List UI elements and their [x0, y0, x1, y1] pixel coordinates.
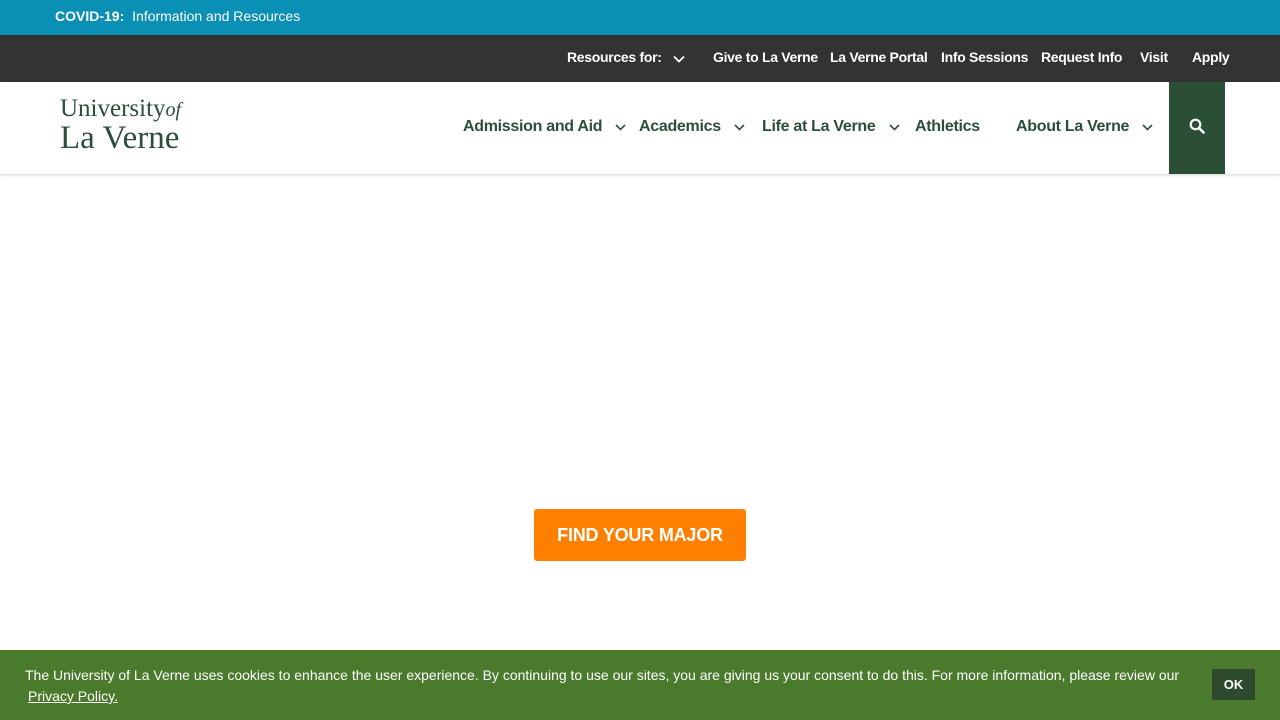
logo-university: University [60, 95, 166, 122]
main-nav: Universityof La Verne Admission and Aid … [0, 82, 1280, 174]
search-button[interactable] [1169, 82, 1225, 174]
covid-info-text: Information and Resources [132, 8, 301, 24]
resources-for-label: Resources for: [567, 49, 662, 65]
resources-for-dropdown[interactable]: Resources for: [567, 49, 685, 66]
search-icon [1189, 118, 1205, 139]
logo-line-2: La Verne [60, 120, 180, 156]
chevron-down-icon [1142, 118, 1153, 136]
cookie-banner: The University of La Verne uses cookies … [0, 650, 1280, 720]
info-sessions-link[interactable]: Info Sessions [941, 49, 1028, 65]
nav-admission-and-aid[interactable]: Admission and Aid [463, 118, 626, 136]
utility-nav: Resources for: Give to La Verne La Verne… [0, 35, 1280, 82]
find-your-major-button[interactable]: FIND YOUR MAJOR [534, 509, 746, 561]
chevron-down-icon [889, 118, 900, 136]
give-to-la-verne-link[interactable]: Give to La Verne [713, 49, 818, 65]
covid-label: COVID-19: [55, 8, 125, 24]
covid-banner: COVID-19: Information and Resources [0, 0, 1280, 35]
privacy-policy-link[interactable]: Privacy Policy. [28, 688, 118, 704]
nav-about-la-verne[interactable]: About La Verne [1016, 118, 1153, 136]
covid-link[interactable]: COVID-19: Information and Resources [55, 8, 300, 24]
logo-line-1: Universityof [60, 96, 181, 121]
la-verne-portal-link[interactable]: La Verne Portal [830, 49, 928, 65]
visit-link[interactable]: Visit [1140, 49, 1168, 65]
cookie-ok-button[interactable]: OK [1212, 669, 1255, 700]
chevron-down-icon [673, 50, 685, 66]
logo-of: of [165, 99, 182, 121]
nav-life-at-la-verne[interactable]: Life at La Verne [762, 118, 900, 136]
nav-about-label: About La Verne [1016, 118, 1130, 136]
nav-academics[interactable]: Academics [639, 118, 745, 136]
nav-life-label: Life at La Verne [762, 118, 876, 136]
university-logo[interactable]: Universityof La Verne [60, 96, 181, 155]
nav-athletics[interactable]: Athletics [915, 118, 980, 136]
cookie-message-text: The University of La Verne uses cookies … [25, 667, 1180, 683]
nav-admission-label: Admission and Aid [463, 118, 603, 136]
nav-academics-label: Academics [639, 118, 721, 136]
chevron-down-icon [615, 118, 626, 136]
request-info-link[interactable]: Request Info [1041, 49, 1122, 65]
apply-link[interactable]: Apply [1192, 49, 1230, 65]
cookie-message: The University of La Verne uses cookies … [25, 665, 1195, 707]
chevron-down-icon [734, 118, 745, 136]
